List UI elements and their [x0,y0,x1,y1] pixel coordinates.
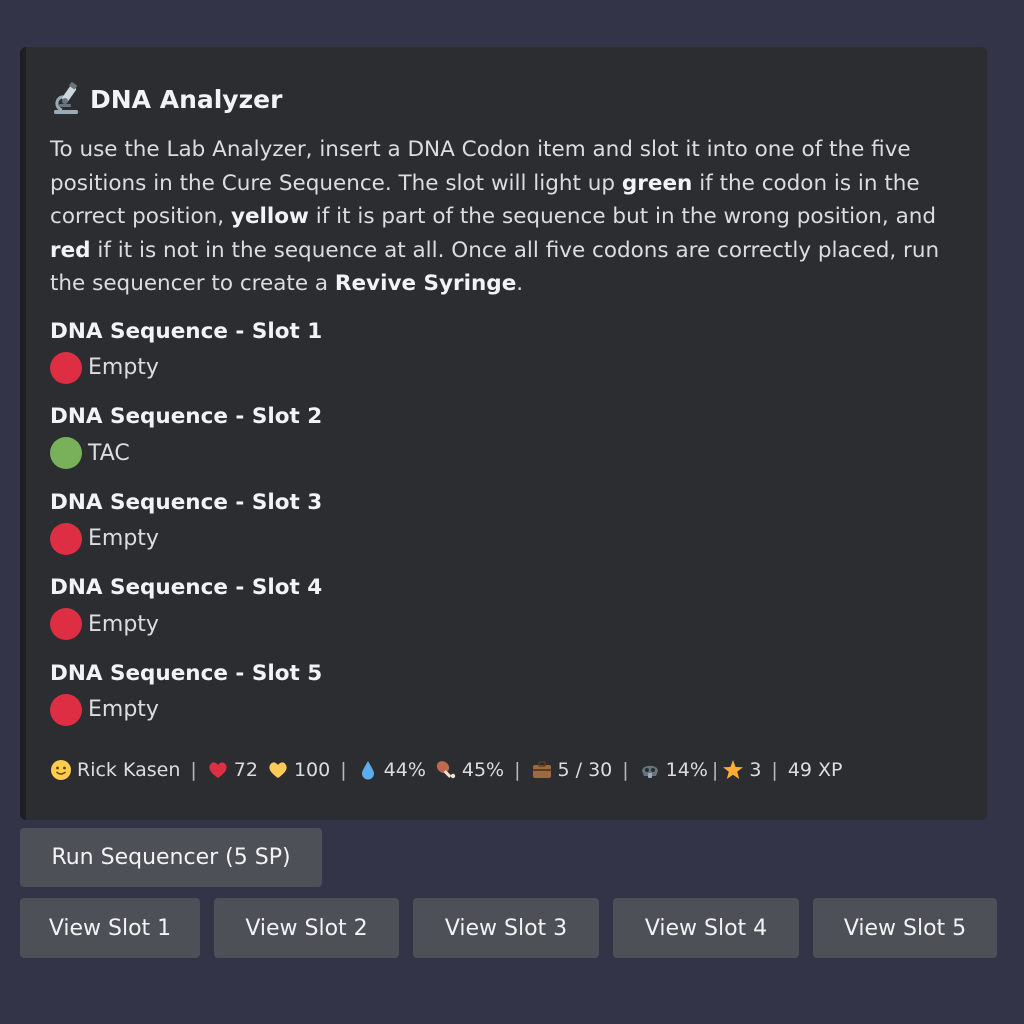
radiation-value: 14% [665,759,708,781]
view-slot-3-button[interactable]: View Slot 3 [413,898,599,958]
field-slot-5: DNA Sequence - Slot 5 Empty [50,657,965,743]
slot-value: Empty [88,355,159,380]
stat-radiation: 14% [639,759,708,781]
gold-value: 100 [293,759,331,781]
field-value: Empty [50,520,965,558]
gas-mask-icon [639,759,661,781]
field-value: TAC [50,434,965,472]
stat-health: 72 [207,759,258,781]
field-name: DNA Sequence - Slot 1 [50,318,323,344]
description-text: . [516,271,524,296]
separator: | [190,759,197,781]
microscope-icon [50,82,84,116]
description-green: green [621,170,693,196]
description-item: Revive Syringe [334,271,517,296]
embed-content: DNA Analyzer To use the Lab Analyzer, in… [50,79,965,742]
stat-level: 3 [722,759,761,781]
field-slot-2: DNA Sequence - Slot 2 TAC [50,400,965,486]
inventory-value: 5 / 30 [557,759,613,781]
run-sequencer-button[interactable]: Run Sequencer (5 SP) [20,828,322,887]
food-value: 45% [461,759,505,781]
description-yellow: yellow [230,204,309,229]
field-slot-1: DNA Sequence - Slot 1 Empty [50,315,965,401]
stat-xp: 49 XP [788,759,843,781]
embed-title-text: DNA Analyzer [90,84,283,114]
field-slot-3: DNA Sequence - Slot 3 Empty [50,486,965,572]
description-red: red [50,237,91,263]
description-text: if it is part of the sequence but in the… [308,204,937,229]
slot-value: Empty [88,526,159,551]
separator: | [711,759,719,781]
separator: | [771,759,778,781]
view-slot-5-button[interactable]: View Slot 5 [813,898,997,958]
field-name: DNA Sequence - Slot 4 [50,575,323,600]
field-value: Empty [50,691,965,729]
heart-icon [207,759,229,781]
field-name: DNA Sequence - Slot 5 [50,660,323,686]
water-value: 44% [383,759,426,781]
separator: | [514,759,521,781]
embed-title: DNA Analyzer [50,79,965,119]
red-circle-icon [50,693,82,726]
yellow-heart-icon [267,759,289,781]
embed-description: To use the Lab Analyzer, insert a DNA Co… [50,133,965,301]
red-circle-icon [50,351,82,384]
field-value: Empty [50,605,965,643]
red-circle-icon [50,608,82,640]
green-circle-icon [50,437,82,469]
stat-food: 45% [435,759,504,781]
stat-player: Rick Kasen [50,759,180,781]
separator: | [622,759,629,781]
smile-face-icon [50,759,72,781]
sequence-fields: DNA Sequence - Slot 1 Empty DNA Sequence… [50,315,965,743]
briefcase-icon [531,759,553,781]
red-circle-icon [50,522,82,555]
xp-value: 49 XP [787,759,843,781]
field-name: DNA Sequence - Slot 2 [50,404,323,429]
drumstick-icon [435,759,457,781]
slot-value: TAC [88,440,130,466]
level-value: 3 [749,759,762,781]
stat-water: 44% [357,759,426,781]
health-value: 72 [233,759,258,781]
separator: | [340,759,347,781]
player-name: Rick Kasen [77,759,181,781]
glowing-star-icon [722,759,744,781]
field-value: Empty [50,349,965,387]
droplet-icon [357,759,379,781]
slot-value: Empty [88,697,159,722]
field-slot-4: DNA Sequence - Slot 4 Empty [50,571,965,657]
slot-value: Empty [88,611,159,637]
stat-gold: 100 [267,759,330,781]
view-slot-2-button[interactable]: View Slot 2 [214,898,399,958]
stat-inventory: 5 / 30 [531,759,613,781]
view-slot-1-button[interactable]: View Slot 1 [20,898,200,958]
dna-analyzer-embed: DNA Analyzer To use the Lab Analyzer, in… [20,47,987,820]
view-slot-4-button[interactable]: View Slot 4 [613,898,799,958]
player-stats-footer: Rick Kasen | 72 100 | 44% 45% | 5 / 30 |… [50,759,843,781]
field-name: DNA Sequence - Slot 3 [50,489,323,515]
